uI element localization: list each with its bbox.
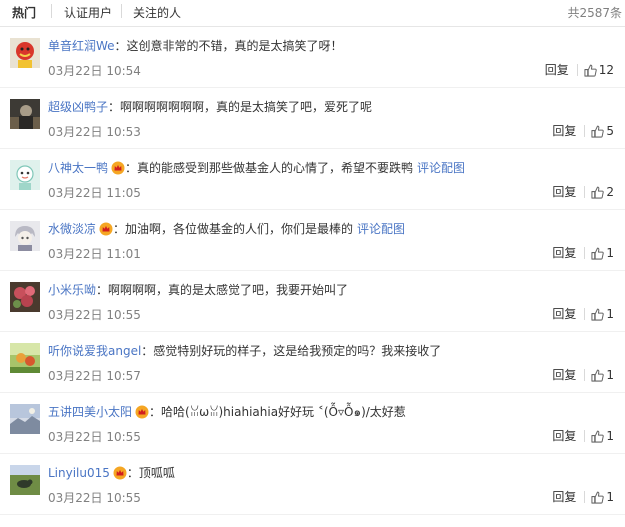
comment-timestamp: 03月22日 11:05 bbox=[48, 186, 141, 200]
avatar[interactable] bbox=[10, 221, 40, 251]
comment-list: 单音红润We：这创意非常的不错，真的是太搞笑了呀！ 03月22日 10:54 回… bbox=[0, 27, 625, 515]
username-link[interactable]: 单音红润We bbox=[48, 39, 115, 53]
tab-verified-users[interactable]: 认证用户 bbox=[64, 4, 112, 21]
comment-item: 超级凶鸭子：啊啊啊啊啊啊啊，真的是太搞笑了吧，爱死了呢 03月22日 10:53… bbox=[0, 88, 625, 149]
reply-button[interactable]: 回复 bbox=[545, 63, 569, 77]
like-button[interactable]: 12 bbox=[584, 63, 614, 77]
thumbs-up-icon bbox=[591, 430, 605, 443]
tab-hot[interactable]: 热门 bbox=[12, 4, 36, 21]
comment-image-link[interactable]: 评论配图 bbox=[417, 161, 465, 175]
thumbs-up-icon bbox=[591, 186, 605, 199]
thumbs-up-icon bbox=[591, 491, 605, 504]
action-divider bbox=[584, 308, 586, 320]
like-button[interactable]: 1 bbox=[591, 368, 614, 382]
action-divider bbox=[584, 186, 586, 198]
vip-crown-icon bbox=[135, 405, 149, 419]
like-button[interactable]: 2 bbox=[591, 185, 614, 199]
comment-item: Linyilu015 ：顶呱呱 03月22日 10:55 回复 1 bbox=[0, 454, 625, 515]
vip-crown-icon bbox=[111, 161, 125, 175]
comment-text: ：这创意非常的不错，真的是太搞笑了呀！ bbox=[114, 39, 343, 53]
comment-item: 水微淡凉 ：加油啊，各位做基金的人们，你们是最棒的 评论配图 03月22日 11:0… bbox=[0, 210, 625, 271]
reply-button[interactable]: 回复 bbox=[552, 124, 576, 138]
comment-timestamp: 03月22日 10:57 bbox=[48, 369, 141, 383]
comment-total-count: 共2587条 bbox=[567, 6, 622, 20]
username-link[interactable]: 超级凶鸭子 bbox=[48, 100, 108, 114]
comment-item: 五讲四美小太阳 ：哈哈(ꈍωꈍ)hiahiahia好好玩 ˂(Ỗ▿Ỗ๑)/太好惹 … bbox=[0, 393, 625, 454]
comment-timestamp: 03月22日 10:54 bbox=[48, 64, 141, 78]
like-count: 12 bbox=[598, 63, 614, 77]
like-button[interactable]: 1 bbox=[591, 490, 614, 504]
tab-following[interactable]: 关注的人 bbox=[133, 4, 181, 21]
comment-item: 小米乐呦：啊啊啊啊，真的是太感觉了吧，我要开始叫了 03月22日 10:55 回… bbox=[0, 271, 625, 332]
avatar[interactable] bbox=[10, 343, 40, 373]
comment-timestamp: 03月22日 11:01 bbox=[48, 247, 141, 261]
tab-divider bbox=[121, 4, 122, 18]
comment-text: ：哈哈(ꈍωꈍ)hiahiahia好好玩 ˂(Ỗ▿Ỗ๑)/太好惹 bbox=[149, 405, 406, 419]
thumbs-up-icon bbox=[591, 369, 605, 382]
action-divider bbox=[584, 369, 586, 381]
vip-crown-icon bbox=[99, 222, 113, 236]
action-divider bbox=[584, 247, 586, 259]
comment-item: 八神太一鸭 ：真的能感受到那些做基金人的心情了，希望不要跌鸭 评论配图 03月22日… bbox=[0, 149, 625, 210]
comment-item: 单音红润We：这创意非常的不错，真的是太搞笑了呀！ 03月22日 10:54 回… bbox=[0, 27, 625, 88]
comment-text: ：顶呱呱 bbox=[126, 466, 175, 480]
action-divider bbox=[576, 64, 578, 76]
comment-text: ：感觉特别好玩的样子，这是给我预定的吗？我来接收了 bbox=[141, 344, 442, 358]
comment-timestamp: 03月22日 10:55 bbox=[48, 491, 141, 505]
action-divider bbox=[584, 491, 586, 503]
thumbs-up-icon bbox=[591, 247, 605, 260]
like-count: 2 bbox=[606, 185, 614, 199]
avatar[interactable] bbox=[10, 465, 40, 495]
comment-timestamp: 03月22日 10:55 bbox=[48, 308, 141, 322]
username-link[interactable]: 八神太一鸭 bbox=[48, 161, 108, 175]
username-link[interactable]: Linyilu015 bbox=[48, 466, 110, 480]
like-count: 1 bbox=[606, 368, 614, 382]
avatar[interactable] bbox=[10, 282, 40, 312]
vip-crown-icon bbox=[113, 466, 127, 480]
comment-text: ：啊啊啊啊，真的是太感觉了吧，我要开始叫了 bbox=[96, 283, 349, 297]
reply-button[interactable]: 回复 bbox=[552, 307, 576, 321]
username-link[interactable]: 听你说爱我angel bbox=[48, 344, 141, 358]
username-link[interactable]: 小米乐呦 bbox=[48, 283, 96, 297]
comment-timestamp: 03月22日 10:53 bbox=[48, 125, 141, 139]
like-button[interactable]: 1 bbox=[591, 429, 614, 443]
reply-button[interactable]: 回复 bbox=[552, 246, 576, 260]
action-divider bbox=[584, 125, 586, 137]
comment-text: ：啊啊啊啊啊啊啊，真的是太搞笑了吧，爱死了呢 bbox=[108, 100, 373, 114]
avatar[interactable] bbox=[10, 160, 40, 190]
like-count: 1 bbox=[606, 429, 614, 443]
like-count: 1 bbox=[606, 307, 614, 321]
username-link[interactable]: 五讲四美小太阳 bbox=[48, 405, 132, 419]
comment-item: 听你说爱我angel：感觉特别好玩的样子，这是给我预定的吗？我来接收了 03月2… bbox=[0, 332, 625, 393]
avatar[interactable] bbox=[10, 99, 40, 129]
like-button[interactable]: 1 bbox=[591, 307, 614, 321]
tab-divider bbox=[51, 4, 52, 18]
comment-image-link[interactable]: 评论配图 bbox=[357, 222, 405, 236]
action-divider bbox=[584, 430, 586, 442]
like-count: 1 bbox=[606, 246, 614, 260]
username-link[interactable]: 水微淡凉 bbox=[48, 222, 96, 236]
comment-text: ：真的能感受到那些做基金人的心情了，希望不要跌鸭 bbox=[125, 161, 414, 175]
like-count: 1 bbox=[606, 490, 614, 504]
comment-text: ：加油啊，各位做基金的人们，你们是最棒的 bbox=[113, 222, 354, 236]
reply-button[interactable]: 回复 bbox=[552, 368, 576, 382]
thumbs-up-icon bbox=[591, 125, 605, 138]
reply-button[interactable]: 回复 bbox=[552, 429, 576, 443]
reply-button[interactable]: 回复 bbox=[552, 490, 576, 504]
like-button[interactable]: 5 bbox=[591, 124, 614, 138]
thumbs-up-icon bbox=[584, 64, 597, 77]
avatar[interactable] bbox=[10, 404, 40, 434]
reply-button[interactable]: 回复 bbox=[552, 185, 576, 199]
like-count: 5 bbox=[606, 124, 614, 138]
like-button[interactable]: 1 bbox=[591, 246, 614, 260]
avatar[interactable] bbox=[10, 38, 40, 68]
comment-tabs: 热门 认证用户 关注的人 共2587条 bbox=[0, 0, 625, 27]
comment-timestamp: 03月22日 10:55 bbox=[48, 430, 141, 444]
thumbs-up-icon bbox=[591, 308, 605, 321]
